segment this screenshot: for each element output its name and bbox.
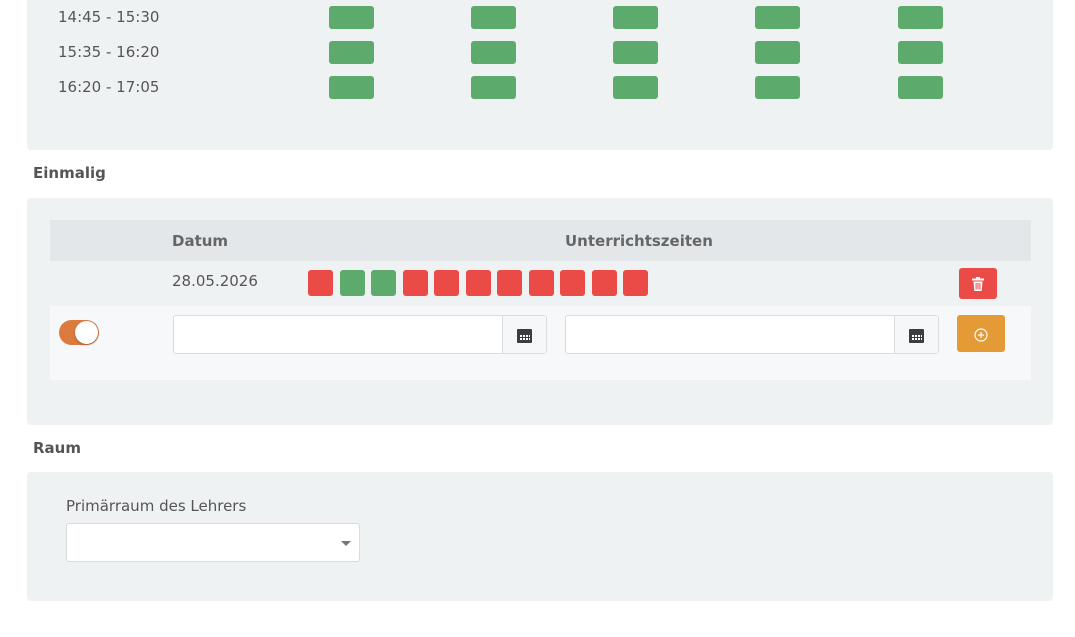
lesson-slot-red[interactable] (497, 270, 522, 296)
date-from-group (173, 315, 547, 354)
lesson-slot-red[interactable] (623, 270, 648, 296)
primary-room-select[interactable] (66, 523, 360, 562)
date-to-calendar-button[interactable] (894, 316, 938, 353)
time-label: 14:45 - 15:30 (58, 8, 160, 26)
add-button[interactable] (957, 315, 1005, 352)
date-value: 28.05.2026 (172, 272, 258, 290)
time-row: 15:35 - 16:20 (27, 41, 1053, 65)
time-slot[interactable] (613, 6, 658, 29)
calendar-icon (909, 328, 924, 343)
table-header: Datum Unterrichtszeiten (50, 220, 1031, 261)
time-row: 14:45 - 15:30 (27, 6, 1053, 30)
time-slot[interactable] (898, 41, 943, 64)
time-slot[interactable] (613, 76, 658, 99)
lesson-slot-red[interactable] (591, 270, 617, 296)
lesson-slot-red[interactable] (465, 270, 491, 296)
section-title-einmalig: Einmalig (33, 164, 106, 182)
date-to-group (565, 315, 939, 354)
time-label: 16:20 - 17:05 (58, 78, 160, 96)
time-slot[interactable] (329, 76, 374, 99)
lesson-slot-red[interactable] (308, 270, 333, 296)
lesson-slot-green[interactable] (339, 270, 365, 296)
date-from-calendar-button[interactable] (502, 316, 546, 353)
time-slot[interactable] (471, 6, 516, 29)
delete-button[interactable] (959, 268, 997, 299)
plus-circle-icon (974, 324, 988, 343)
enable-toggle[interactable] (59, 320, 99, 345)
date-from-input[interactable] (174, 316, 502, 353)
lesson-slot-green[interactable] (371, 270, 396, 296)
time-slot[interactable] (329, 6, 374, 29)
toggle-knob (75, 321, 98, 344)
time-slot[interactable] (898, 76, 943, 99)
lesson-slot-red[interactable] (528, 270, 554, 296)
lesson-slot-red[interactable] (560, 270, 585, 296)
room-panel: Primärraum des Lehrers (27, 472, 1053, 601)
lesson-slot-red[interactable] (402, 270, 428, 296)
time-slot[interactable] (755, 6, 800, 29)
chevron-down-icon (341, 541, 351, 546)
section-title-raum: Raum (33, 439, 81, 457)
trash-icon (972, 274, 984, 292)
time-slot[interactable] (755, 76, 800, 99)
calendar-icon (517, 328, 532, 343)
time-label: 15:35 - 16:20 (58, 43, 160, 61)
table-row: 28.05.2026 (50, 261, 1031, 306)
lesson-slot-red[interactable] (434, 270, 459, 296)
date-to-input[interactable] (566, 316, 894, 353)
primary-room-label: Primärraum des Lehrers (66, 497, 247, 515)
time-slot[interactable] (329, 41, 374, 64)
time-slot[interactable] (613, 41, 658, 64)
time-row: 16:20 - 17:05 (27, 76, 1053, 100)
time-slot[interactable] (471, 41, 516, 64)
time-slot[interactable] (471, 76, 516, 99)
weekly-times-panel: 14:45 - 15:30 15:35 - 16:20 16:20 - 17:0… (27, 0, 1053, 150)
one-time-panel: Datum Unterrichtszeiten 28.05.2026 (27, 198, 1053, 425)
time-slot[interactable] (898, 6, 943, 29)
add-entry-row (50, 306, 1031, 380)
column-header-datum: Datum (172, 232, 229, 250)
column-header-unterrichtszeiten: Unterrichtszeiten (565, 232, 713, 250)
time-slot[interactable] (755, 41, 800, 64)
